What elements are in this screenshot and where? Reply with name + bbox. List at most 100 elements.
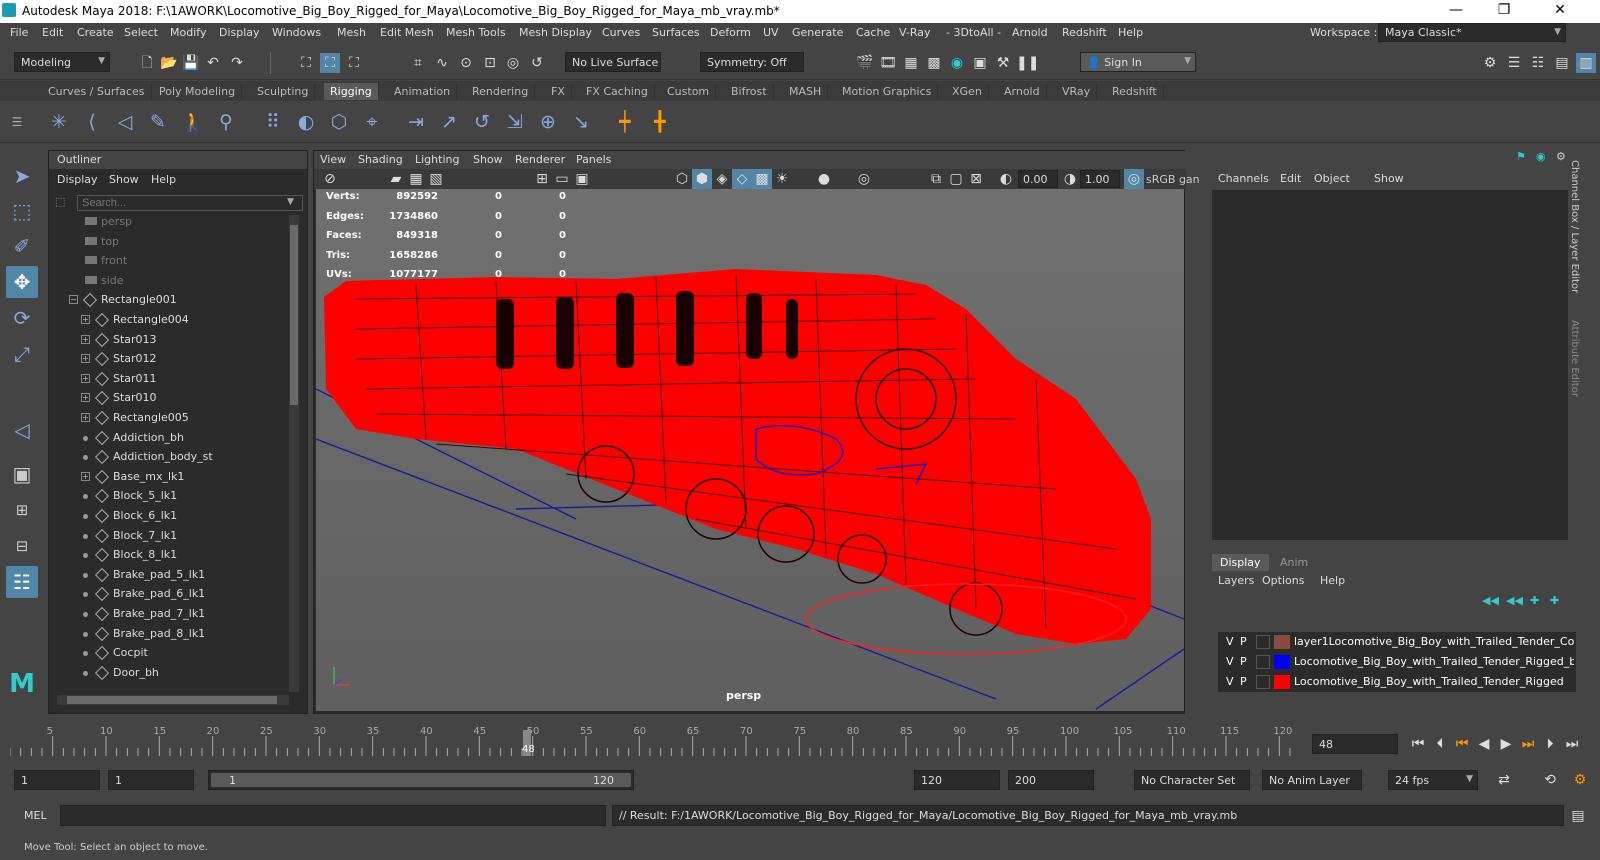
character-set-dropdown[interactable]: No Character Set: [1134, 770, 1250, 790]
shadows-icon[interactable]: ●: [814, 169, 834, 189]
viewport-menu-shading[interactable]: Shading: [358, 153, 403, 166]
xray-icon[interactable]: ▩: [752, 169, 772, 189]
layer-color-swatch[interactable]: [1274, 635, 1290, 649]
prev-key-icon[interactable]: ⏮: [1452, 734, 1472, 754]
layer-color-swatch[interactable]: [1274, 655, 1290, 669]
anim-prefs-icon[interactable]: ⚙: [1570, 770, 1590, 790]
go-to-end-icon[interactable]: ⏭: [1562, 734, 1582, 754]
shelf-tab-sculpting[interactable]: Sculpting: [251, 83, 316, 100]
menu-mesh[interactable]: Mesh: [337, 26, 366, 39]
options-menu[interactable]: Options: [1262, 574, 1304, 587]
select-tool-icon[interactable]: ➤: [6, 160, 38, 192]
shelf-tab-custom[interactable]: Custom: [661, 83, 717, 100]
layer-visibility-toggle[interactable]: V: [1226, 655, 1234, 668]
menu-redshift[interactable]: Redshift: [1062, 26, 1107, 39]
shelf-tab-curves-surfaces[interactable]: Curves / Surfaces: [42, 83, 152, 100]
timeline-track[interactable]: 5 10 15 20 25 30 35 40 45 50 55 60 65 70 75 80 85 90 95 100…: [10, 726, 1306, 758]
scale-tool-icon[interactable]: ⤢: [6, 338, 38, 370]
menu-mesh-display[interactable]: Mesh Display: [519, 26, 592, 39]
orient-constraint-icon[interactable]: ↺: [469, 109, 495, 135]
attribute-editor-icon[interactable]: ☰: [1504, 53, 1524, 73]
shelf-tab-bifrost[interactable]: Bifrost: [725, 83, 774, 100]
menu-edit[interactable]: Edit: [42, 26, 63, 39]
four-pane-icon[interactable]: ⊞: [6, 494, 38, 526]
scrollbar-thumb[interactable]: [290, 225, 298, 405]
render-settings-icon[interactable]: ▩: [924, 53, 944, 73]
layer-playback-toggle[interactable]: P: [1240, 655, 1247, 668]
menu-windows[interactable]: Windows: [272, 26, 321, 39]
loop-icon[interactable]: ⇄: [1494, 770, 1514, 790]
collapse-icon[interactable]: −: [69, 295, 78, 305]
wireframe-on-shaded-icon[interactable]: ◇: [732, 169, 752, 189]
shelf-tab-vray[interactable]: VRay: [1056, 83, 1098, 100]
save-scene-icon[interactable]: 💾: [181, 53, 201, 73]
auto-key-icon[interactable]: ⟲: [1540, 770, 1560, 790]
hscrollbar-thumb[interactable]: [67, 696, 277, 704]
shelf-tab-animation[interactable]: Animation: [388, 83, 458, 100]
exposure-icon[interactable]: ◐: [996, 169, 1016, 189]
select-component-icon[interactable]: ⛶: [344, 53, 364, 73]
viewport-menu-lighting[interactable]: Lighting: [415, 153, 459, 166]
script-editor-icon[interactable]: ▤: [1568, 806, 1588, 826]
camera-icon[interactable]: ▰: [386, 169, 406, 189]
step-forward-icon[interactable]: ⏵: [1540, 734, 1560, 754]
symmetry-dropdown[interactable]: Symmetry: Off: [700, 52, 804, 72]
shelf-tab-rigging[interactable]: Rigging: [324, 83, 379, 100]
set-driven-key-icon[interactable]: ┿: [612, 109, 638, 135]
new-scene-icon[interactable]: 🗋: [137, 53, 157, 73]
shelf-tab-fx-caching[interactable]: FX Caching: [580, 83, 655, 100]
menu-modify[interactable]: Modify: [170, 26, 206, 39]
side-tab-attribute-editor[interactable]: Attribute Editor: [1569, 320, 1580, 440]
lights-icon[interactable]: ☀: [772, 169, 792, 189]
gamma-field[interactable]: 1.00: [1080, 170, 1120, 188]
antialias-icon[interactable]: ▢: [946, 169, 966, 189]
tab-anim[interactable]: Anim: [1272, 554, 1316, 571]
live-surface-field[interactable]: No Live Surface: [565, 52, 661, 72]
snap-grid-icon[interactable]: ⌗: [408, 53, 428, 73]
menu-select[interactable]: Select: [124, 26, 158, 39]
layer-row[interactable]: V Player1Locomotive_Big_Boy_with_Trailed_…: [1218, 632, 1576, 652]
edit-menu[interactable]: Edit: [1280, 172, 1301, 185]
menu-create[interactable]: Create: [77, 26, 114, 39]
time-slider[interactable]: 5 10 15 20 25 30 35 40 45 50 55 60 65 70 75 80 85 90 95 100…: [0, 726, 1600, 762]
settings-icon[interactable]: ⚙: [1556, 150, 1566, 163]
ao-icon[interactable]: ⧉: [926, 169, 946, 189]
playback-start-field[interactable]: 1: [108, 770, 194, 790]
move-tool-icon[interactable]: ✥: [6, 266, 38, 298]
scene-end-field[interactable]: 200: [1008, 770, 1094, 790]
mel-label[interactable]: MEL: [24, 809, 47, 822]
set-key-icon[interactable]: ╋: [647, 109, 673, 135]
camera-select-icon[interactable]: ⊘: [320, 169, 340, 189]
layer-playback-toggle[interactable]: P: [1240, 675, 1247, 688]
create-joints-icon[interactable]: ✳: [46, 109, 72, 135]
color-space-label[interactable]: sRGB gan: [1146, 173, 1200, 186]
modeling-toolkit-icon[interactable]: ⚙: [1480, 53, 1500, 73]
sign-in-button[interactable]: 👤 Sign In ▼: [1080, 52, 1196, 72]
rotate-tool-icon[interactable]: ⟳: [6, 302, 38, 334]
menu-uv[interactable]: UV: [763, 26, 779, 39]
shelf-tab-arnold[interactable]: Arnold: [998, 83, 1047, 100]
textured-icon[interactable]: ◈: [712, 169, 732, 189]
ipr-render-icon[interactable]: ▦: [901, 53, 921, 73]
viewport-menu-show[interactable]: Show: [473, 153, 503, 166]
snap-surface-icon[interactable]: ◎: [503, 53, 523, 73]
chevron-down-icon[interactable]: ▼: [287, 197, 294, 207]
viewport-menu-view[interactable]: View: [320, 153, 346, 166]
layers-help-menu[interactable]: Help: [1320, 574, 1345, 587]
menu-3dtoall[interactable]: - 3DtoAll -: [946, 26, 1001, 39]
shelf-tab-mash[interactable]: MASH: [783, 83, 829, 100]
dof-icon[interactable]: ⊠: [966, 169, 986, 189]
two-pane-icon[interactable]: ⊟: [6, 530, 38, 562]
menu-curves[interactable]: Curves: [602, 26, 640, 39]
expand-icon[interactable]: +: [81, 354, 90, 364]
smooth-shade-icon[interactable]: ⬢: [692, 169, 712, 189]
lasso-tool-icon[interactable]: ⬚: [6, 195, 38, 227]
scale-constraint-icon[interactable]: ⇲: [502, 109, 528, 135]
menu-vray[interactable]: V-Ray: [899, 26, 931, 39]
tool-settings-icon[interactable]: ☷: [1528, 53, 1548, 73]
outliner-search-input[interactable]: [77, 195, 303, 211]
range-bar[interactable]: 1 120: [208, 770, 634, 790]
pole-vector-icon[interactable]: ↘: [568, 109, 594, 135]
shelf-tab-rendering[interactable]: Rendering: [466, 83, 536, 100]
cluster-icon[interactable]: ⠿: [260, 109, 286, 135]
